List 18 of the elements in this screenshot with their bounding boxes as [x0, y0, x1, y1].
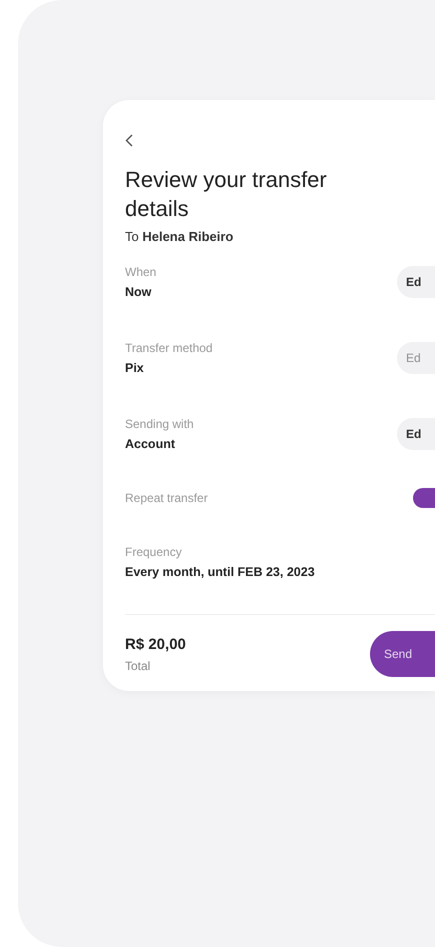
back-icon[interactable]: [125, 134, 133, 147]
field-label: Frequency: [125, 545, 183, 559]
toggle-switch[interactable]: [413, 488, 435, 508]
field-label: Repeat transfer: [125, 491, 208, 505]
field-label: Transfer method: [125, 341, 213, 355]
edit-button[interactable]: Ed: [397, 418, 435, 450]
edit-button[interactable]: Ed: [397, 266, 435, 298]
total-caption: Total: [125, 658, 152, 672]
recipient-text: To Helena Ribeiro: [125, 229, 234, 244]
field-value: Every month, until FEB 23, 2023: [125, 565, 315, 579]
field-value: Account: [125, 437, 176, 451]
send-button[interactable]: Send: [370, 631, 435, 677]
field-value: Pix: [125, 361, 145, 375]
total-amount: R$ 20,00: [125, 636, 186, 652]
field-label: When: [125, 265, 156, 279]
field-value: Now: [125, 285, 152, 299]
field-label: Sending with: [125, 417, 194, 431]
page-title: Review your transfer details: [125, 166, 328, 223]
